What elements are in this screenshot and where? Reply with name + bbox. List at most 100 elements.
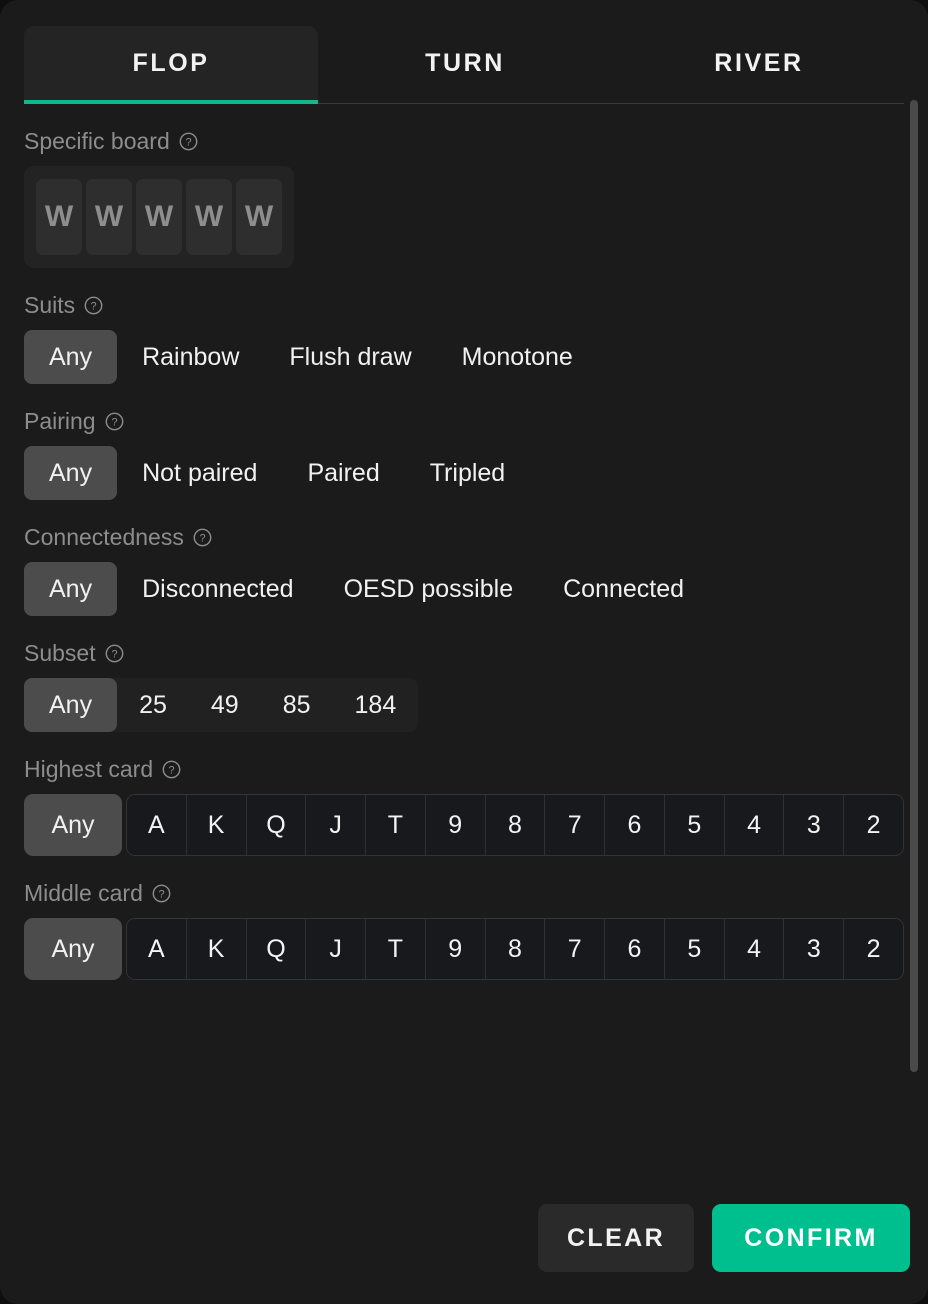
highest-card-rank-6[interactable]: 6 bbox=[605, 795, 665, 855]
highest-card-rank-q-label: Q bbox=[266, 810, 286, 839]
group-connectedness: Connectedness ? Any Disconnected OESD po… bbox=[24, 526, 904, 616]
highest-card-rank-5-label: 5 bbox=[687, 810, 702, 839]
pairing-option-any[interactable]: Any bbox=[24, 446, 118, 500]
highest-card-rank-k[interactable]: K bbox=[186, 795, 247, 855]
middle-card-rank-7[interactable]: 7 bbox=[545, 919, 606, 979]
middle-card-rank-2-label: 2 bbox=[866, 934, 881, 963]
connectedness-option-disconnected[interactable]: Disconnected bbox=[117, 562, 318, 616]
highest-card-rank-7[interactable]: 7 bbox=[545, 795, 606, 855]
subset-option-25[interactable]: 25 bbox=[117, 678, 189, 732]
pairing-option-not-paired[interactable]: Not paired bbox=[117, 446, 282, 500]
subset-option-85[interactable]: 85 bbox=[261, 678, 333, 732]
highest-card-rank-j[interactable]: J bbox=[306, 795, 367, 855]
highest-card-rank-a[interactable]: A bbox=[127, 795, 187, 855]
middle-card-rank-j[interactable]: J bbox=[306, 919, 367, 979]
highest-card-rank-5[interactable]: 5 bbox=[664, 795, 725, 855]
help-circle-icon[interactable]: ? bbox=[193, 528, 212, 547]
middle-card-rank-6[interactable]: 6 bbox=[605, 919, 665, 979]
confirm-button-label: CONFIRM bbox=[744, 1223, 878, 1252]
subset-option-184[interactable]: 184 bbox=[333, 678, 419, 732]
svg-text:?: ? bbox=[111, 417, 117, 429]
vertical-scrollbar-thumb[interactable] bbox=[910, 100, 918, 1072]
middle-card-rank-a[interactable]: A bbox=[127, 919, 187, 979]
board-card-slot-4-value: W bbox=[194, 200, 224, 233]
middle-card-rank-q-label: Q bbox=[266, 934, 286, 963]
middle-card-label: Middle card bbox=[24, 880, 143, 906]
group-specific-board: Specific board ? W W W W W bbox=[24, 130, 904, 268]
highest-card-label-row: Highest card ? bbox=[24, 758, 904, 781]
highest-card-rank-9[interactable]: 9 bbox=[425, 795, 486, 855]
board-card-slot-2[interactable]: W bbox=[86, 179, 132, 255]
help-circle-icon[interactable]: ? bbox=[105, 412, 124, 431]
middle-card-rank-5-label: 5 bbox=[687, 934, 702, 963]
subset-option-row: Any 25 49 85 184 bbox=[24, 678, 419, 732]
middle-card-rank-9[interactable]: 9 bbox=[425, 919, 486, 979]
confirm-button[interactable]: CONFIRM bbox=[712, 1204, 910, 1272]
connectedness-label-row: Connectedness ? bbox=[24, 526, 904, 549]
highest-card-rank-4[interactable]: 4 bbox=[724, 795, 785, 855]
highest-card-rank-k-label: K bbox=[207, 810, 225, 839]
clear-button-label: CLEAR bbox=[566, 1223, 666, 1252]
middle-card-rank-9-label: 9 bbox=[448, 934, 463, 963]
highest-card-rank-9-label: 9 bbox=[448, 810, 463, 839]
tab-river[interactable]: RIVER bbox=[612, 26, 906, 100]
middle-card-option-row: Any A K Q J T 9 8 7 6 5 4 3 2 bbox=[24, 918, 904, 980]
board-card-slot-4[interactable]: W bbox=[186, 179, 232, 255]
middle-card-rank-q[interactable]: Q bbox=[246, 919, 307, 979]
subset-option-49[interactable]: 49 bbox=[189, 678, 261, 732]
pairing-label-row: Pairing ? bbox=[24, 410, 904, 433]
middle-card-rank-group: A K Q J T 9 8 7 6 5 4 3 2 bbox=[126, 918, 904, 980]
middle-card-rank-2[interactable]: 2 bbox=[844, 919, 903, 979]
middle-card-rank-3[interactable]: 3 bbox=[784, 919, 845, 979]
highest-card-rank-q[interactable]: Q bbox=[246, 795, 307, 855]
group-middle-card: Middle card ? Any A K Q J T 9 8 7 6 5 4 … bbox=[24, 882, 904, 980]
suits-option-rainbow[interactable]: Rainbow bbox=[117, 330, 264, 384]
board-card-slot-1[interactable]: W bbox=[36, 179, 82, 255]
highest-card-rank-t[interactable]: T bbox=[366, 795, 426, 855]
tab-turn[interactable]: TURN bbox=[318, 26, 612, 100]
highest-card-rank-2[interactable]: 2 bbox=[844, 795, 903, 855]
board-card-slot-3-value: W bbox=[144, 200, 174, 233]
middle-card-rank-t[interactable]: T bbox=[366, 919, 426, 979]
connectedness-option-disconnected-label: Disconnected bbox=[142, 574, 294, 603]
subset-option-25-label: 25 bbox=[139, 690, 167, 719]
suits-option-any[interactable]: Any bbox=[24, 330, 118, 384]
help-circle-icon[interactable]: ? bbox=[152, 884, 171, 903]
suits-option-row: Any Rainbow Flush draw Monotone bbox=[24, 330, 904, 384]
pairing-option-paired[interactable]: Paired bbox=[282, 446, 404, 500]
middle-card-rank-4[interactable]: 4 bbox=[724, 919, 785, 979]
suits-option-monotone[interactable]: Monotone bbox=[437, 330, 598, 384]
middle-card-rank-k[interactable]: K bbox=[186, 919, 247, 979]
pairing-label: Pairing bbox=[24, 408, 96, 434]
middle-card-rank-3-label: 3 bbox=[806, 934, 821, 963]
middle-card-option-any[interactable]: Any bbox=[24, 918, 122, 980]
board-card-slot-5-value: W bbox=[244, 200, 274, 233]
help-circle-icon[interactable]: ? bbox=[105, 644, 124, 663]
pairing-option-tripled[interactable]: Tripled bbox=[405, 446, 531, 500]
highest-card-rank-7-label: 7 bbox=[567, 810, 582, 839]
tab-river-label: RIVER bbox=[714, 48, 804, 77]
vertical-scrollbar-track[interactable] bbox=[910, 100, 918, 1072]
middle-card-rank-k-label: K bbox=[207, 934, 225, 963]
subset-option-any[interactable]: Any bbox=[24, 678, 118, 732]
clear-button[interactable]: CLEAR bbox=[538, 1204, 694, 1272]
connectedness-option-connected[interactable]: Connected bbox=[538, 562, 709, 616]
board-card-slot-5[interactable]: W bbox=[236, 179, 282, 255]
middle-card-rank-5[interactable]: 5 bbox=[664, 919, 725, 979]
tab-flop[interactable]: FLOP bbox=[24, 26, 318, 104]
suits-option-flush-draw[interactable]: Flush draw bbox=[264, 330, 436, 384]
help-circle-icon[interactable]: ? bbox=[162, 760, 181, 779]
connectedness-option-oesd-possible-label: OESD possible bbox=[343, 574, 514, 603]
highest-card-option-any[interactable]: Any bbox=[24, 794, 122, 856]
tab-flop-label: FLOP bbox=[132, 48, 210, 77]
highest-card-rank-8[interactable]: 8 bbox=[485, 795, 546, 855]
help-circle-icon[interactable]: ? bbox=[84, 296, 103, 315]
middle-card-rank-8[interactable]: 8 bbox=[485, 919, 546, 979]
connectedness-option-row: Any Disconnected OESD possible Connected bbox=[24, 562, 904, 616]
connectedness-option-oesd-possible[interactable]: OESD possible bbox=[319, 562, 539, 616]
help-circle-icon[interactable]: ? bbox=[179, 132, 198, 151]
connectedness-option-any[interactable]: Any bbox=[24, 562, 118, 616]
subset-label-row: Subset ? bbox=[24, 642, 904, 665]
board-card-slot-3[interactable]: W bbox=[136, 179, 182, 255]
highest-card-rank-3[interactable]: 3 bbox=[784, 795, 845, 855]
